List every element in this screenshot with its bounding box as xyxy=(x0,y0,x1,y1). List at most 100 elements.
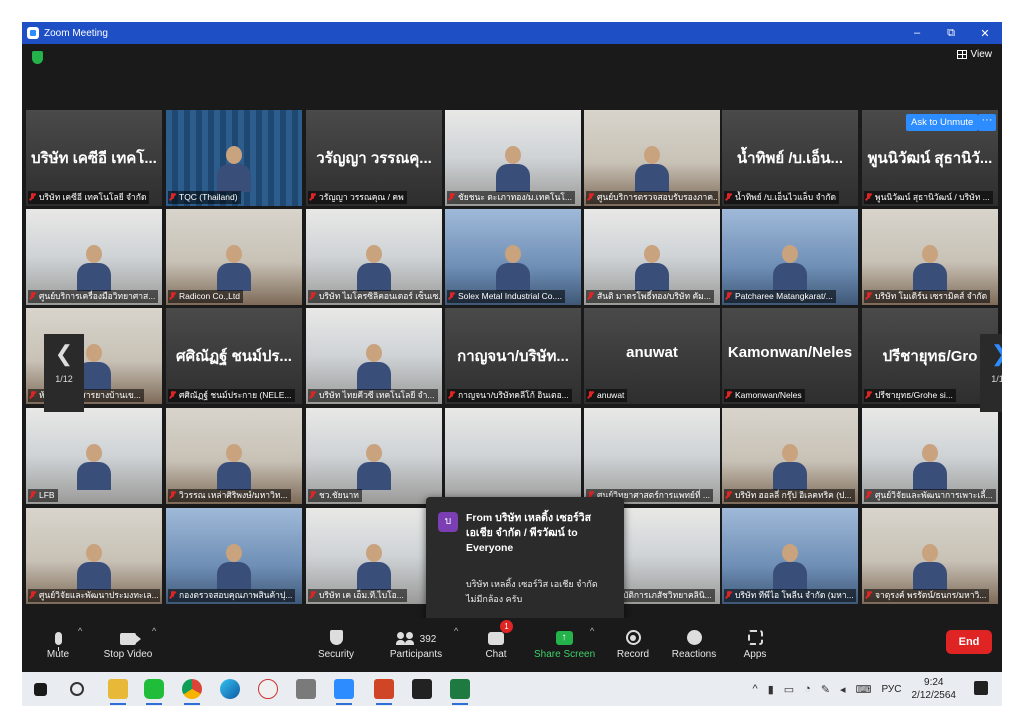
participant-tile[interactable]: สันติ มาตรโพธิ์ทอง/บริษัท คัม... xyxy=(584,209,720,305)
participant-name-label: TQC (Thailand) xyxy=(168,191,241,204)
notification-icon[interactable] xyxy=(974,681,988,695)
participant-tile[interactable]: ศูนย์บริการตรวจสอบรับรองภาค... xyxy=(584,110,720,206)
participant-tile[interactable]: บริษัท เคซีอี เทคโ... บริษัท เคซีอี เทคโน… xyxy=(26,110,162,206)
participant-tile[interactable]: ศูนย์วิจัยและพัฒนาการเพาะเลี้... xyxy=(862,408,998,504)
microphone-tray-icon[interactable]: ▮ xyxy=(768,683,774,696)
input-language[interactable]: РУС xyxy=(881,684,901,695)
participant-figure xyxy=(217,146,251,192)
security-label: Security xyxy=(317,649,355,660)
calculator-icon[interactable] xyxy=(296,679,316,699)
participant-name: บริษัท เค เอ็ม.ที.ไบโอ... xyxy=(319,590,404,600)
muted-mic-icon xyxy=(587,292,594,301)
participant-name: ปรีชายุทธ/Grohe si... xyxy=(875,390,953,400)
participant-tile[interactable] xyxy=(445,408,581,504)
participant-display-name: วรัญญา วรรณคุ... xyxy=(316,150,432,167)
battery-icon[interactable]: ▭ xyxy=(784,683,794,696)
keyboard-icon[interactable]: ⌨ xyxy=(856,683,872,696)
participant-tile[interactable]: บริษัท เค เอ็ม.ที.ไบโอ... xyxy=(306,508,442,604)
participant-tile[interactable]: Kamonwan/Neles Kamonwan/Neles xyxy=(722,308,858,404)
windows-start-icon[interactable] xyxy=(34,683,47,696)
participant-figure xyxy=(635,245,669,291)
muted-mic-icon xyxy=(725,591,732,600)
participant-name: ชัยชนะ ตะเภาทอง/ม.เทคโนโ... xyxy=(458,192,573,202)
participant-name: บริษัท ฮอลลี่ กรุ๊ป อิเลคทริค (ป... xyxy=(735,490,852,500)
share-screen-button[interactable]: ↑ Share Screen xyxy=(534,618,595,672)
video-options-caret[interactable]: ^ xyxy=(152,626,156,636)
participant-tile[interactable]: จาตุรงค์ พรรัตน์/ธนกร/มหาวิ... xyxy=(862,508,998,604)
mute-button[interactable]: Mute xyxy=(40,618,76,672)
wifi-icon[interactable]: ◔ xyxy=(804,683,811,695)
participant-name-label: พูนนิวัฒน์ สุธานิวัฒน์ / บริษัท ... xyxy=(864,191,993,204)
tile-more-button[interactable]: ··· xyxy=(978,114,996,131)
participant-tile[interactable]: กาญจนา/บริษัท... กาญจนา/บริษัทคลีโก้ อินเ… xyxy=(445,308,581,404)
view-button[interactable]: View xyxy=(956,49,993,60)
audio-options-caret[interactable]: ^ xyxy=(78,626,82,636)
minimize-button[interactable]: – xyxy=(900,22,934,44)
muted-mic-icon xyxy=(309,193,316,202)
file-explorer-icon[interactable] xyxy=(108,679,128,699)
muted-mic-icon xyxy=(725,391,732,400)
running-indicator xyxy=(110,703,126,705)
participant-tile[interactable]: ชว.ชัยนาท xyxy=(306,408,442,504)
previous-page-button[interactable]: ❮ 1/12 xyxy=(44,334,84,412)
participant-tile[interactable]: กองตรวจสอบคุณภาพสินค้าปุ... xyxy=(166,508,302,604)
participant-tile[interactable]: anuwat anuwat xyxy=(584,308,720,404)
participant-tile[interactable]: ศูนย์บริการเครื่องมือวิทยาศาส... xyxy=(26,209,162,305)
participant-tile[interactable]: บริษัท โมเดิร์น เซรามิคส์ จำกัด xyxy=(862,209,998,305)
participant-tile[interactable]: ศศิณัฏฐ์ ชนม์ปร... ศศิณัฏฐ์ ชนม์ประกาย (N… xyxy=(166,308,302,404)
clock[interactable]: 9:24 2/12/2564 xyxy=(912,676,957,702)
participant-tile[interactable]: บริษัท ไทยคีวซี เทคโนโลยี จำ... xyxy=(306,308,442,404)
security-button[interactable]: Security xyxy=(314,618,358,672)
unread-badge: 1 xyxy=(500,620,513,633)
edge-icon[interactable] xyxy=(220,679,240,699)
participant-name-label: บริษัท ฮอลลี่ กรุ๊ป อิเลคทริค (ป... xyxy=(724,489,855,502)
pen-icon[interactable]: ✎ xyxy=(821,683,830,696)
tray-overflow-icon[interactable]: ^ xyxy=(753,683,758,695)
participant-tile[interactable]: Solex Metal Industrial Co.... xyxy=(445,209,581,305)
ask-to-unmute-button[interactable]: Ask to Unmute xyxy=(906,114,979,131)
participant-tile[interactable]: ศูนย์วิทยาศาสตร์การแพทย์ที่ ... xyxy=(584,408,720,504)
participant-tile[interactable]: วรัญญา วรรณคุ... วรัญญา วรรณคุณ / คพ xyxy=(306,110,442,206)
muted-mic-icon xyxy=(725,193,732,202)
zoom-app-icon xyxy=(27,27,39,39)
chat-message: บริษัท เหลดิ้ง เซอร์วิส เอเชีย จำกัด ไม่… xyxy=(466,579,598,604)
muted-mic-icon xyxy=(448,292,455,301)
participant-tile[interactable]: LFB xyxy=(26,408,162,504)
search-icon[interactable] xyxy=(70,682,84,696)
running-indicator xyxy=(452,703,468,705)
volume-icon[interactable]: ◂ xyxy=(840,683,846,696)
zoom-taskbar-icon[interactable] xyxy=(334,679,354,699)
share-options-caret[interactable]: ^ xyxy=(590,626,594,636)
encryption-shield-icon[interactable] xyxy=(32,51,43,64)
close-button[interactable]: ✕ xyxy=(968,22,1002,44)
participant-tile[interactable]: Radicon Co.,Ltd xyxy=(166,209,302,305)
participant-tile[interactable]: บริษัท ฮอลลี่ กรุ๊ป อิเลคทริค (ป... xyxy=(722,408,858,504)
excel-icon[interactable] xyxy=(450,679,470,699)
view-label: View xyxy=(970,49,993,60)
reactions-button[interactable]: Reactions xyxy=(670,618,718,672)
paint-icon[interactable] xyxy=(258,679,278,699)
participant-tile[interactable]: น้ำทิพย์ /บ.เอ็น... น้ำทิพย์ /บ.เอ็นไวแล็… xyxy=(722,110,858,206)
next-page-button[interactable]: ❯ 1/12 xyxy=(980,334,1002,412)
record-button[interactable]: Record xyxy=(616,618,650,672)
stop-video-button[interactable]: Stop Video xyxy=(100,618,156,672)
participant-tile[interactable]: บริษัท ทีพีไอ โพลีน จำกัด (มหา... xyxy=(722,508,858,604)
apps-button[interactable]: Apps xyxy=(740,618,770,672)
participant-tile[interactable]: TQC (Thailand) xyxy=(166,110,302,206)
participant-tile[interactable]: วิวรรณ เหล่าศิริพงษ์/มหาวิท... xyxy=(166,408,302,504)
chat-notification[interactable]: บ From บริษัท เหลดิ้ง เซอร์วิส เอเชีย จำ… xyxy=(426,497,624,627)
participant-tile[interactable]: Patcharee Matangkarat/... xyxy=(722,209,858,305)
participants-button[interactable]: 392 Participants xyxy=(388,618,444,672)
participant-tile[interactable]: ศูนย์วิจัยและพัฒนาประมงทะเล... xyxy=(26,508,162,604)
acrobat-icon[interactable] xyxy=(412,679,432,699)
line-app-icon[interactable] xyxy=(144,679,164,699)
participant-tile[interactable]: บริษัท ไมโครซิลิคอนเดอร์ เซ็นเซ... xyxy=(306,209,442,305)
end-meeting-button[interactable]: End xyxy=(946,630,992,654)
powerpoint-icon[interactable] xyxy=(374,679,394,699)
participant-tile[interactable]: ปรีชายุทธ/Gro ปรีชายุทธ/Grohe si... xyxy=(862,308,998,404)
participants-options-caret[interactable]: ^ xyxy=(454,626,458,636)
chrome-icon[interactable] xyxy=(182,679,202,699)
restore-button[interactable]: ⧉ xyxy=(934,22,968,44)
participant-tile[interactable]: ชัยชนะ ตะเภาทอง/ม.เทคโนโ... xyxy=(445,110,581,206)
participant-name: Patcharee Matangkarat/... xyxy=(735,291,833,301)
